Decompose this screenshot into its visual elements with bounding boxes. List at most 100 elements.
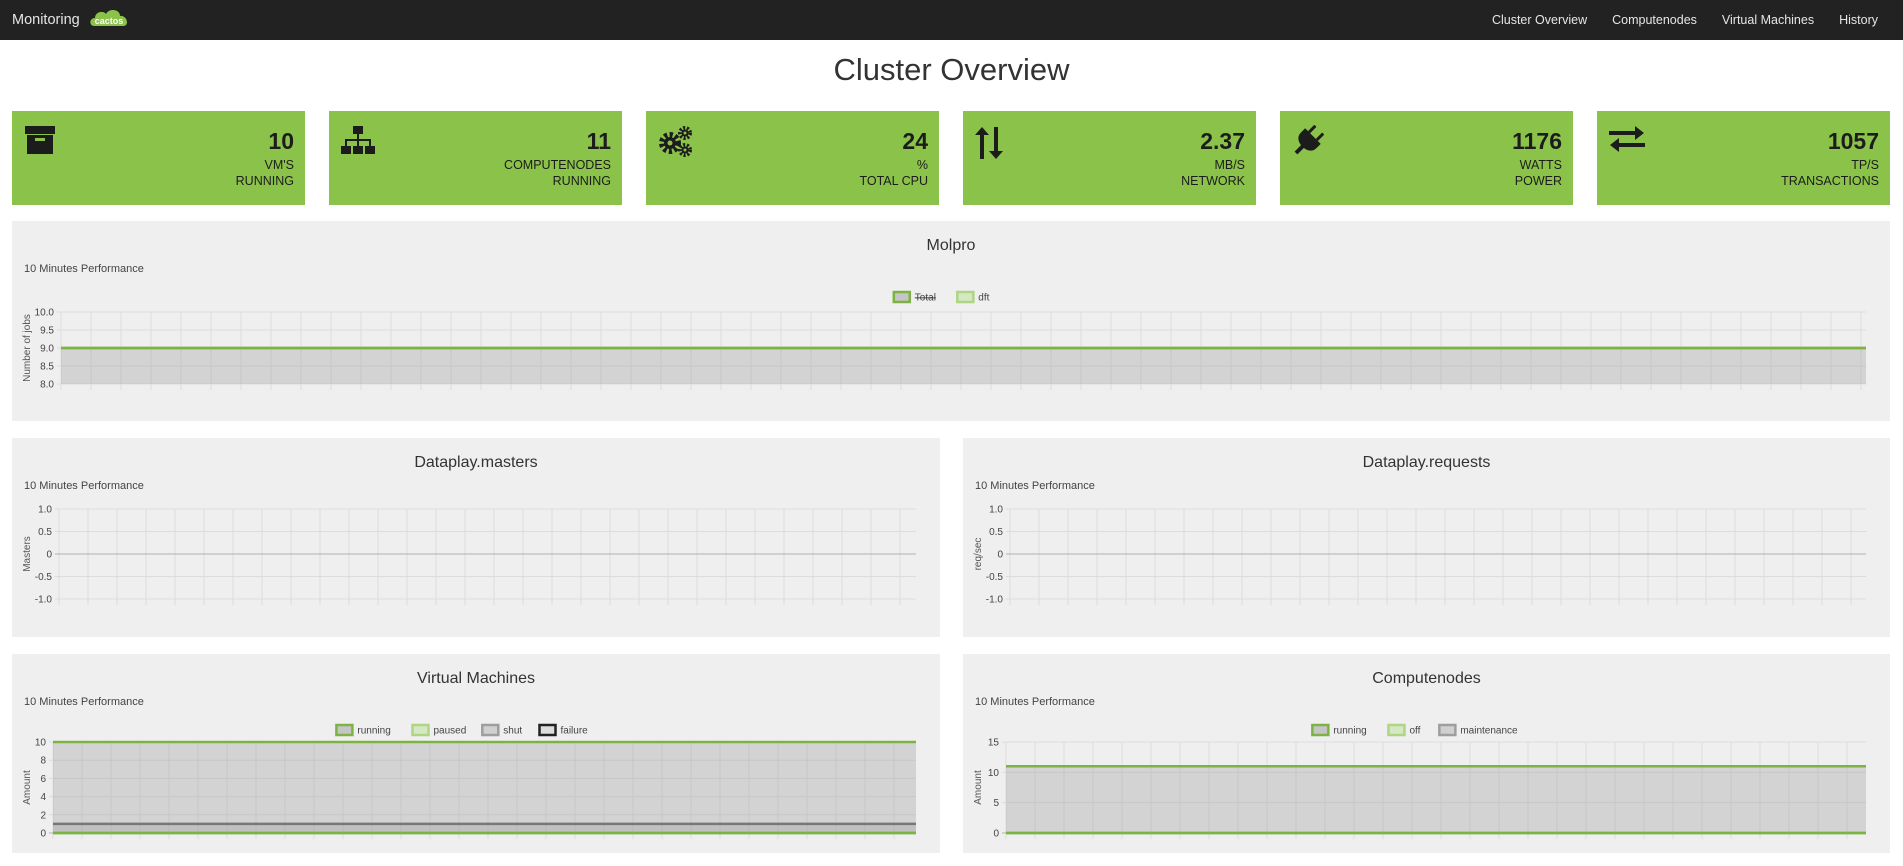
y-tick-label: 1.0 (989, 505, 1003, 516)
legend-label-shut: shut (503, 726, 522, 737)
stat-unit: % (916, 158, 928, 172)
stat-power: 1176 WATTS POWER (1280, 111, 1573, 205)
top-navbar: Monitoring cactos Cluster Overview Compu… (0, 0, 1903, 40)
y-tick-label: -0.5 (986, 572, 1004, 583)
y-axis-label: Amount (973, 770, 984, 805)
page-title: Cluster Overview (833, 52, 1070, 87)
requests-chart: 1.0 0.5 0 -0.5 -1.0 req/sec (973, 505, 1866, 606)
y-tick-label: -0.5 (35, 572, 53, 583)
y-tick-label: -1.0 (35, 595, 53, 606)
stat-value: 1176 (1512, 128, 1562, 154)
masters-panel: Dataplay.masters 10 Minutes Performance … (12, 438, 940, 637)
y-axis-label: Number of jobs (22, 314, 33, 382)
y-tick-label: 10.0 (35, 308, 55, 319)
legend-label-off: off (1409, 726, 1420, 737)
y-tick-label: 8.0 (40, 380, 54, 391)
legend-label-running: running (357, 726, 390, 737)
legend-label-maintenance: maintenance (1460, 726, 1518, 737)
stat-vms-running: 10 VM'S RUNNING (12, 111, 305, 205)
y-tick-label: 15 (988, 738, 1000, 749)
nav-links: Cluster Overview Computenodes Virtual Ma… (1492, 0, 1903, 40)
stat-unit: COMPUTENODES (504, 158, 611, 172)
nav-link-history[interactable]: History (1839, 13, 1878, 27)
nav-link-computenodes[interactable]: Computenodes (1612, 13, 1697, 27)
y-tick-label: 8.5 (40, 362, 54, 373)
cactos-logo: cactos (88, 6, 132, 34)
stat-label: TRANSACTIONS (1781, 174, 1879, 188)
exchange-icon (1609, 125, 1645, 158)
y-tick-label: 0 (40, 829, 46, 840)
y-tick-label: 8 (40, 756, 46, 767)
stat-unit: MB/s (1214, 158, 1245, 172)
legend-label-Total: Total (915, 293, 936, 304)
brand[interactable]: Monitoring cactos (12, 0, 132, 40)
stat-label: RUNNING (552, 174, 611, 188)
gears-icon (658, 125, 694, 162)
molpro-chart: 10.0 9.5 9.0 8.5 8.0 Number of jobs Total dft (22, 290, 1866, 391)
y-tick-label: 9.5 (40, 326, 54, 337)
virtual-machines-panel: Virtual Machines 10 Minutes Performance … (12, 654, 940, 853)
virtual-machines-chart: 10 8 6 4 2 0 Amount running paused shut failure (22, 723, 916, 840)
svg-text:cactos: cactos (94, 16, 123, 26)
y-tick-label: 9.0 (40, 344, 54, 355)
stat-value: 10 (268, 128, 294, 154)
computenodes-panel: Computenodes 10 Minutes Performance 15 10… (963, 654, 1890, 853)
y-tick-label: 0 (993, 829, 999, 840)
series-area-dft (61, 348, 1866, 384)
y-tick-label: 4 (40, 792, 46, 803)
stat-unit: TP/S (1851, 158, 1879, 172)
nav-link-cluster-overview[interactable]: Cluster Overview (1492, 13, 1587, 27)
sitemap-icon (341, 125, 375, 160)
y-tick-label: 0 (46, 550, 52, 561)
masters-chart: 1.0 0.5 0 -0.5 -1.0 Masters (22, 505, 916, 606)
stat-label: RUNNING (235, 174, 294, 188)
stat-label: NETWORK (1181, 174, 1245, 188)
y-tick-label: 10 (988, 768, 1000, 779)
stat-transactions: 1057 TP/S TRANSACTIONS (1597, 111, 1890, 205)
stat-value: 24 (902, 128, 928, 154)
stat-computenodes-running: 11 COMPUTENODES RUNNING (329, 111, 622, 205)
archive-icon (24, 125, 56, 160)
y-tick-label: 0 (997, 550, 1003, 561)
legend-label-dft: dft (978, 293, 989, 304)
nav-link-virtual-machines[interactable]: Virtual Machines (1722, 13, 1814, 27)
molpro-panel: Molpro 10 Minutes Performance 10.0 9.5 9.0… (12, 221, 1890, 421)
series-area-running (1006, 766, 1866, 833)
legend-swatch-dft (956, 290, 975, 304)
legend-swatch-Total (892, 290, 912, 304)
legend-label-running: running (1333, 726, 1366, 737)
legend-swatch-running (1311, 723, 1330, 737)
stat-value: 2.37 (1200, 128, 1245, 154)
y-tick-label: 10 (35, 738, 47, 749)
y-tick-label: 0.5 (989, 527, 1003, 538)
y-tick-label: 5 (993, 798, 999, 809)
series-area-running (53, 742, 916, 833)
stat-value: 11 (586, 128, 611, 154)
legend-label-paused: paused (434, 726, 467, 737)
stat-network: 2.37 MB/s NETWORK (963, 111, 1256, 205)
requests-panel: Dataplay.requests 10 Minutes Performance… (963, 438, 1890, 637)
up-down-arrows-icon (975, 125, 1003, 166)
legend-swatch-maintenance (1438, 723, 1457, 737)
legend-label-failure: failure (561, 726, 589, 737)
legend-swatch-running (335, 723, 354, 737)
legend-swatch-failure (538, 723, 557, 737)
brand-title: Monitoring (12, 12, 80, 28)
plug-icon (1292, 124, 1325, 162)
legend-swatch-off (1387, 723, 1406, 737)
y-tick-label: 6 (40, 774, 46, 785)
stat-label: TOTAL CPU (859, 174, 928, 188)
y-tick-label: 2 (40, 810, 46, 821)
series-area-shut (53, 823, 916, 833)
stat-value: 1057 (1827, 128, 1879, 154)
stat-unit: VM'S (264, 158, 294, 172)
y-tick-label: 1.0 (38, 505, 52, 516)
legend-swatch-shut (481, 723, 500, 737)
computenodes-chart: 15 10 5 0 Amount running off maintenance (973, 723, 1866, 840)
stat-total-cpu: 24 % TOTAL CPU (646, 111, 939, 205)
y-axis-label: Masters (22, 536, 33, 572)
y-axis-label: req/sec (973, 538, 984, 571)
y-tick-label: -1.0 (986, 595, 1004, 606)
stat-label: POWER (1514, 174, 1562, 188)
stat-unit: WATTS (1519, 158, 1562, 172)
